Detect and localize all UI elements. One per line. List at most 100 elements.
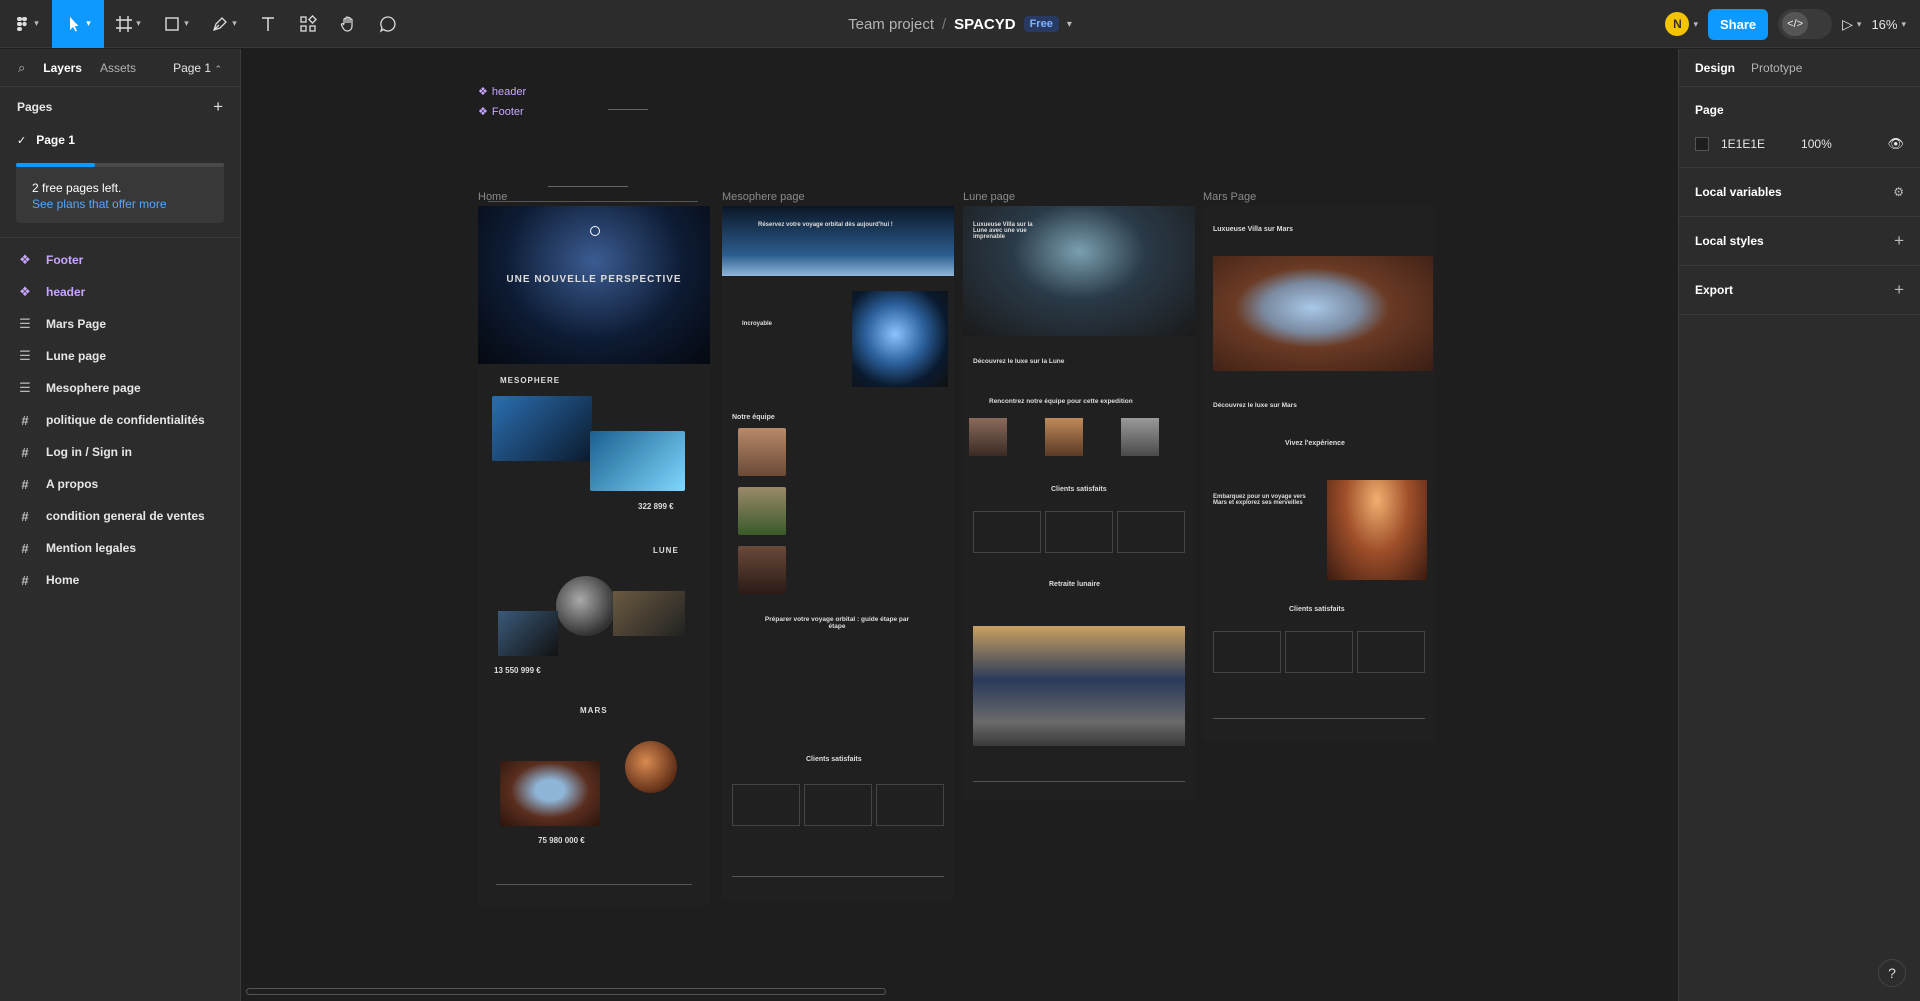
layer-item-footer[interactable]: ❖ Footer: [0, 244, 240, 276]
share-button[interactable]: Share: [1707, 8, 1769, 40]
plan-badge: Free: [1023, 16, 1059, 32]
component-icon: ❖: [19, 284, 31, 299]
frame-icon: #: [21, 508, 29, 524]
add-export-icon[interactable]: +: [1894, 280, 1904, 300]
layer-label: Lune page: [46, 349, 107, 363]
pen-tool-button[interactable]: ▾: [200, 0, 248, 48]
logo-icon: [590, 226, 600, 236]
local-styles-section: Local styles +: [1679, 217, 1920, 266]
hand-tool-button[interactable]: [328, 0, 368, 48]
layer-item-header[interactable]: ❖ header: [0, 276, 240, 308]
page-item-page-1[interactable]: ✓ Page 1: [0, 127, 240, 153]
tab-prototype[interactable]: Prototype: [1751, 61, 1802, 75]
lune-subtitle: Découvrez le luxe sur la Lune: [973, 358, 1065, 365]
rectangle-tool-button[interactable]: ▾: [152, 0, 200, 48]
frame-mesophere[interactable]: Réservez votre voyage orbital dès aujour…: [722, 206, 954, 901]
layer-item-politique-de-confidentialit-s[interactable]: # politique de confidentialités: [0, 404, 240, 436]
mars-reviews-heading: Clients satisfaits: [1289, 606, 1345, 613]
present-button[interactable]: ▷ ▾: [1842, 16, 1861, 33]
review-card: [1357, 631, 1425, 673]
price-mesophere: 322 899 €: [638, 502, 674, 511]
layer-item-mention-legales[interactable]: # Mention legales: [0, 532, 240, 564]
search-icon[interactable]: ⌕: [18, 60, 25, 76]
resources-tool-button[interactable]: [288, 0, 328, 48]
component-label-header[interactable]: ❖ header: [478, 85, 526, 99]
page-background-row[interactable]: 1E1E1E 100% 👁: [1695, 127, 1904, 161]
frame-label-mars[interactable]: Mars Page: [1203, 191, 1256, 203]
chevron-up-icon: ⌃: [214, 63, 222, 74]
frame-label-lune[interactable]: Lune page: [963, 191, 1015, 203]
project-name[interactable]: SPACYD: [954, 16, 1015, 33]
page-selector[interactable]: Page 1 ⌃: [173, 61, 222, 75]
help-button[interactable]: ?: [1878, 959, 1906, 987]
frame-home[interactable]: UNE NOUVELLE PERSPECTIVE MESOPHERE 322 8…: [478, 206, 710, 906]
chevron-down-icon: ▾: [184, 18, 189, 28]
layer-item-mesophere-page[interactable]: ☰ Mesophere page: [0, 372, 240, 404]
move-tool-button[interactable]: ▾: [52, 0, 104, 48]
mars-hero-title: Luxueuse Villa sur Mars: [1213, 226, 1294, 233]
lune-reviews-heading: Clients satisfaits: [1051, 486, 1107, 493]
page-selector-label: Page 1: [173, 60, 212, 75]
chevron-down-icon: ▾: [86, 18, 91, 28]
canvas[interactable]: ❖ header ❖ Footer Home UNE NOUVELLE PERSPE…: [242, 49, 1678, 1001]
dev-mode-toggle[interactable]: </>: [1778, 9, 1833, 39]
background-opacity-value[interactable]: 100%: [1801, 137, 1832, 151]
chevron-down-icon: ▾: [34, 18, 39, 28]
lune-retreat-heading: Retraite lunaire: [1049, 581, 1100, 588]
layer-item-log-in-sign-in[interactable]: # Log in / Sign in: [0, 436, 240, 468]
check-icon: ✓: [17, 134, 27, 147]
right-panel: Design Prototype Page 1E1E1E 100% 👁 Loca…: [1678, 49, 1920, 1001]
pages-header: Pages +: [0, 87, 240, 127]
mars-experience-heading: Vivez l'expérience: [1285, 440, 1345, 447]
add-style-icon[interactable]: +: [1894, 231, 1904, 251]
layer-item-home[interactable]: # Home: [0, 564, 240, 596]
footer-rule: [732, 876, 944, 877]
mars-image: [625, 741, 677, 793]
component-preview[interactable]: [488, 101, 698, 209]
component-icon: ❖: [19, 252, 31, 267]
zoom-menu[interactable]: 16% ▾: [1871, 17, 1906, 32]
frame-label-home[interactable]: Home: [478, 191, 507, 203]
local-variables-label[interactable]: Local variables: [1695, 185, 1782, 199]
tab-layers[interactable]: Layers: [43, 61, 82, 75]
layer-item-a-propos[interactable]: # A propos: [0, 468, 240, 500]
sliders-icon[interactable]: ⚙: [1893, 185, 1904, 199]
guide-heading: Préparer votre voyage orbital : guide ét…: [764, 616, 910, 630]
local-variables-section: Local variables ⚙: [1679, 168, 1920, 217]
avatar: N: [1665, 12, 1690, 36]
frame-mars[interactable]: Luxueuse Villa sur Mars Découvrez le lux…: [1203, 206, 1435, 741]
layer-item-lune-page[interactable]: ☰ Lune page: [0, 340, 240, 372]
team-photo-3: [738, 546, 786, 594]
text-tool-button[interactable]: [248, 0, 288, 48]
promo-link[interactable]: See plans that offer more: [16, 195, 224, 211]
frame-tool-button[interactable]: ▾: [104, 0, 152, 48]
horizontal-scrollbar[interactable]: [246, 988, 886, 995]
tab-design[interactable]: Design: [1695, 61, 1735, 75]
section-icon: ☰: [19, 380, 31, 395]
component-icon: ❖: [478, 86, 488, 98]
eye-icon[interactable]: 👁: [1887, 136, 1904, 152]
frame-label-mesophere[interactable]: Mesophere page: [722, 191, 805, 203]
footer-rule: [1213, 718, 1425, 719]
layer-item-mars-page[interactable]: ☰ Mars Page: [0, 308, 240, 340]
layer-item-condition-general-de-ventes[interactable]: # condition general de ventes: [0, 500, 240, 532]
user-menu[interactable]: N ▾: [1665, 12, 1698, 36]
frame-lune[interactable]: Luxueuse Villa sur la Lune avec une vue …: [963, 206, 1195, 801]
comment-icon: [379, 15, 396, 33]
price-mars: 75 980 000 €: [538, 836, 585, 845]
mars-journey-heading: Embarquez pour un voyage vers Mars et ex…: [1213, 494, 1306, 506]
add-page-icon[interactable]: +: [213, 97, 223, 117]
footer-rule-preview: [488, 201, 698, 202]
team-photo-2: [738, 487, 786, 535]
background-swatch[interactable]: [1695, 137, 1709, 151]
team-name[interactable]: Team project: [848, 16, 934, 33]
background-color-value[interactable]: 1E1E1E: [1721, 137, 1765, 151]
comment-tool-button[interactable]: [368, 0, 408, 48]
main-menu-button[interactable]: ▾: [0, 0, 52, 48]
layer-label: header: [46, 285, 86, 299]
section-title-mars: MARS: [580, 706, 608, 715]
review-card: [876, 784, 944, 826]
chevron-down-icon[interactable]: ▾: [1067, 19, 1072, 30]
pen-icon: [213, 16, 228, 31]
tab-assets[interactable]: Assets: [100, 61, 136, 75]
